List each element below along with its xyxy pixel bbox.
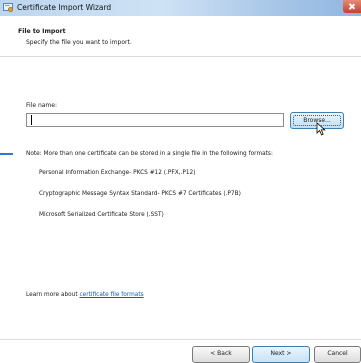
certificate-formats-link[interactable]: certificate file formats: [79, 292, 143, 298]
left-accent-bar: [0, 153, 13, 155]
title-bar: Certificate Import Wizard: [0, 0, 361, 16]
header-divider: [0, 56, 361, 57]
cancel-button[interactable]: Cancel: [314, 346, 361, 363]
learn-more-prefix: Learn more about: [26, 292, 80, 298]
close-icon[interactable]: [343, 0, 361, 13]
file-name-label: File name:: [26, 102, 57, 109]
file-name-input[interactable]: [26, 113, 284, 127]
footer-divider: [0, 339, 361, 340]
page-title: File to Import: [18, 28, 66, 35]
window-title: Certificate Import Wizard: [17, 3, 112, 12]
format-item-sst: Microsoft Serialized Certificate Store (…: [39, 212, 164, 218]
learn-more-text: Learn more about certificate file format…: [26, 292, 144, 298]
certificate-icon: [3, 3, 14, 13]
page-subtitle: Specify the file you want to import.: [26, 39, 132, 46]
format-item-p7b: Cryptographic Message Syntax Standard- P…: [39, 191, 241, 197]
back-button[interactable]: < Back: [192, 346, 250, 363]
text-caret: [31, 115, 32, 125]
format-item-pfx: Personal Information Exchange- PKCS #12 …: [39, 170, 196, 176]
next-button[interactable]: Next >: [252, 346, 310, 363]
mouse-pointer-icon: [316, 122, 326, 136]
formats-note: Note: More than one certificate can be s…: [26, 151, 273, 157]
